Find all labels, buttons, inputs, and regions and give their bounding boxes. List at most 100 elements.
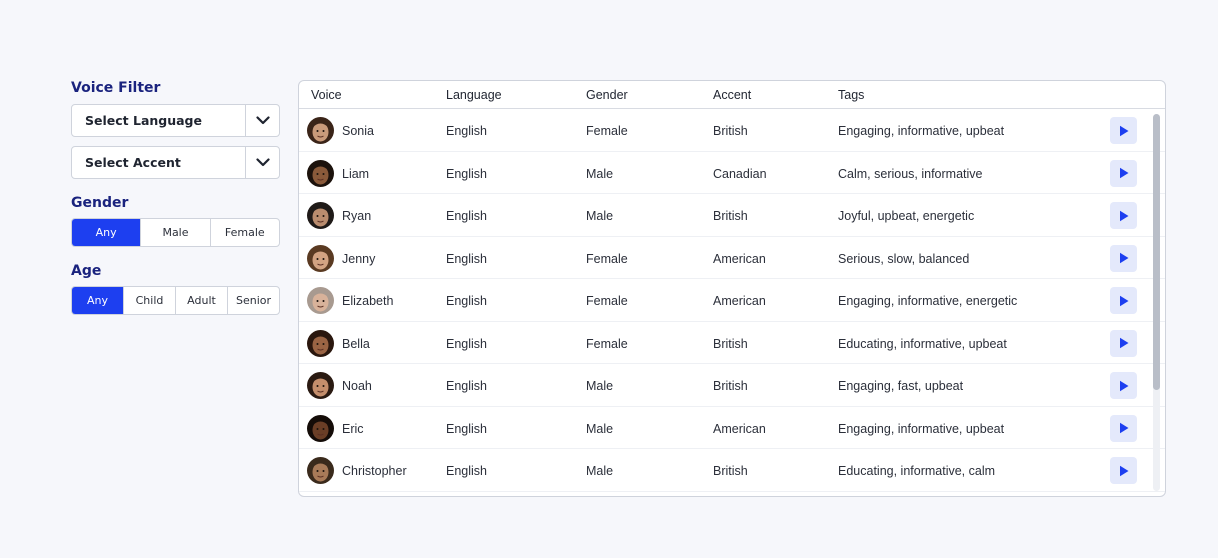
- play-button[interactable]: [1110, 159, 1137, 187]
- play-button[interactable]: [1110, 244, 1137, 272]
- gender-title: Gender: [71, 195, 129, 211]
- voice-accent: British: [713, 336, 748, 351]
- voice-accent: British: [713, 379, 748, 393]
- table-row[interactable]: Ryan English Male British Joyful, upbeat…: [299, 194, 1165, 237]
- voice-language: English: [446, 421, 487, 436]
- chevron-down-icon: [255, 158, 270, 167]
- table-row[interactable]: Eric English Male American Engaging, inf…: [299, 407, 1165, 449]
- table-header: Voice Language Gender Accent Tags: [299, 81, 1165, 109]
- gender-option-female[interactable]: Female: [209, 219, 279, 246]
- table-row[interactable]: Jenny English Female American Serious, s…: [299, 237, 1165, 279]
- voice-language: English: [446, 124, 487, 138]
- age-option-senior[interactable]: Senior: [227, 287, 279, 314]
- voice-tags: Engaging, informative, upbeat: [838, 421, 1005, 436]
- scrollbar-thumb[interactable]: [1153, 114, 1160, 390]
- play-icon: [1119, 167, 1128, 179]
- voice-tags: Engaging, informative, upbeat: [838, 124, 1005, 138]
- voice-gender: Male: [586, 209, 614, 223]
- voice-name: Ryan: [342, 209, 372, 223]
- play-icon: [1119, 422, 1128, 434]
- age-option-adult[interactable]: Adult: [175, 287, 227, 314]
- play-icon: [1119, 252, 1128, 264]
- age-option-child[interactable]: Child: [123, 287, 175, 314]
- gender-option-male[interactable]: Male: [140, 219, 209, 246]
- column-header-tags: Tags: [838, 88, 865, 102]
- voice-accent: American: [713, 251, 766, 266]
- avatar: [307, 457, 334, 484]
- voice-language: English: [446, 294, 487, 308]
- gender-segmented-control: Any Male Female: [71, 218, 280, 247]
- voice-gender: Male: [586, 379, 614, 393]
- voice-accent: American: [713, 421, 766, 436]
- avatar: [307, 372, 334, 399]
- voice-tags: Serious, slow, balanced: [838, 251, 970, 266]
- voice-accent: Canadian: [713, 166, 767, 181]
- age-segmented-control: Any Child Adult Senior: [71, 286, 280, 315]
- voice-language: English: [446, 251, 487, 266]
- voice-language: English: [446, 379, 487, 393]
- voice-accent: British: [713, 464, 748, 478]
- avatar: [307, 329, 334, 357]
- play-button[interactable]: [1110, 287, 1137, 314]
- play-button[interactable]: [1110, 329, 1137, 357]
- voice-accent: British: [713, 124, 748, 138]
- voice-tags: Educating, informative, upbeat: [838, 336, 1007, 351]
- table-row[interactable]: Bella English Female British Educating, …: [299, 322, 1165, 364]
- play-button[interactable]: [1110, 414, 1137, 442]
- play-button[interactable]: [1110, 457, 1137, 484]
- accent-select[interactable]: Select Accent: [71, 146, 280, 179]
- voice-name: Christopher: [342, 464, 407, 478]
- table-row[interactable]: Liam English Male Canadian Calm, serious…: [299, 152, 1165, 194]
- voice-gender: Male: [586, 166, 614, 181]
- voice-tags: Engaging, fast, upbeat: [838, 379, 964, 393]
- voice-accent: British: [713, 209, 748, 223]
- voice-gender: Male: [586, 464, 614, 478]
- play-button[interactable]: [1110, 117, 1137, 144]
- table-scrollbar[interactable]: [1153, 114, 1160, 491]
- avatar: [307, 414, 334, 442]
- play-button[interactable]: [1110, 372, 1137, 399]
- table-row[interactable]: Noah English Male British Engaging, fast…: [299, 364, 1165, 407]
- voice-name: Noah: [342, 379, 372, 393]
- table-row[interactable]: Sonia English Female British Engaging, i…: [299, 109, 1165, 152]
- voice-name: Bella: [342, 336, 370, 351]
- table-row[interactable]: Christopher English Male British Educati…: [299, 449, 1165, 492]
- voice-language: English: [446, 464, 487, 478]
- voice-tags: Joyful, upbeat, energetic: [838, 209, 975, 223]
- play-button[interactable]: [1110, 202, 1137, 229]
- column-header-accent: Accent: [713, 88, 752, 102]
- accent-select-toggle[interactable]: [245, 147, 279, 178]
- voice-name: Sonia: [342, 124, 374, 138]
- column-header-gender: Gender: [586, 88, 628, 102]
- play-icon: [1119, 380, 1128, 391]
- avatar: [307, 117, 334, 144]
- language-select-toggle[interactable]: [245, 105, 279, 136]
- voice-name: Elizabeth: [342, 294, 394, 308]
- age-option-any[interactable]: Any: [72, 287, 123, 314]
- voice-gender: Female: [586, 294, 628, 308]
- voice-filter-title: Voice Filter: [71, 80, 161, 96]
- accent-select-label: Select Accent: [85, 155, 181, 170]
- voice-name: Liam: [342, 166, 370, 181]
- play-icon: [1119, 295, 1128, 306]
- table-row[interactable]: Elizabeth English Female American Engagi…: [299, 279, 1165, 322]
- voice-tags: Educating, informative, calm: [838, 464, 996, 478]
- voice-accent: American: [713, 294, 766, 308]
- voice-language: English: [446, 166, 487, 181]
- voice-gender: Female: [586, 336, 628, 351]
- chevron-down-icon: [255, 116, 270, 125]
- play-icon: [1119, 337, 1128, 349]
- gender-option-any[interactable]: Any: [72, 219, 141, 246]
- voice-tags: Calm, serious, informative: [838, 166, 983, 181]
- voice-gender: Female: [586, 124, 628, 138]
- play-icon: [1119, 465, 1128, 476]
- language-select[interactable]: Select Language: [71, 104, 280, 137]
- avatar: [307, 244, 334, 272]
- avatar: [307, 287, 334, 314]
- column-header-voice: Voice: [311, 88, 342, 102]
- avatar: [307, 159, 334, 187]
- table-body: Sonia English Female British Engaging, i…: [299, 109, 1165, 492]
- voice-gender: Male: [586, 421, 614, 436]
- language-select-label: Select Language: [85, 113, 202, 128]
- voice-language: English: [446, 336, 487, 351]
